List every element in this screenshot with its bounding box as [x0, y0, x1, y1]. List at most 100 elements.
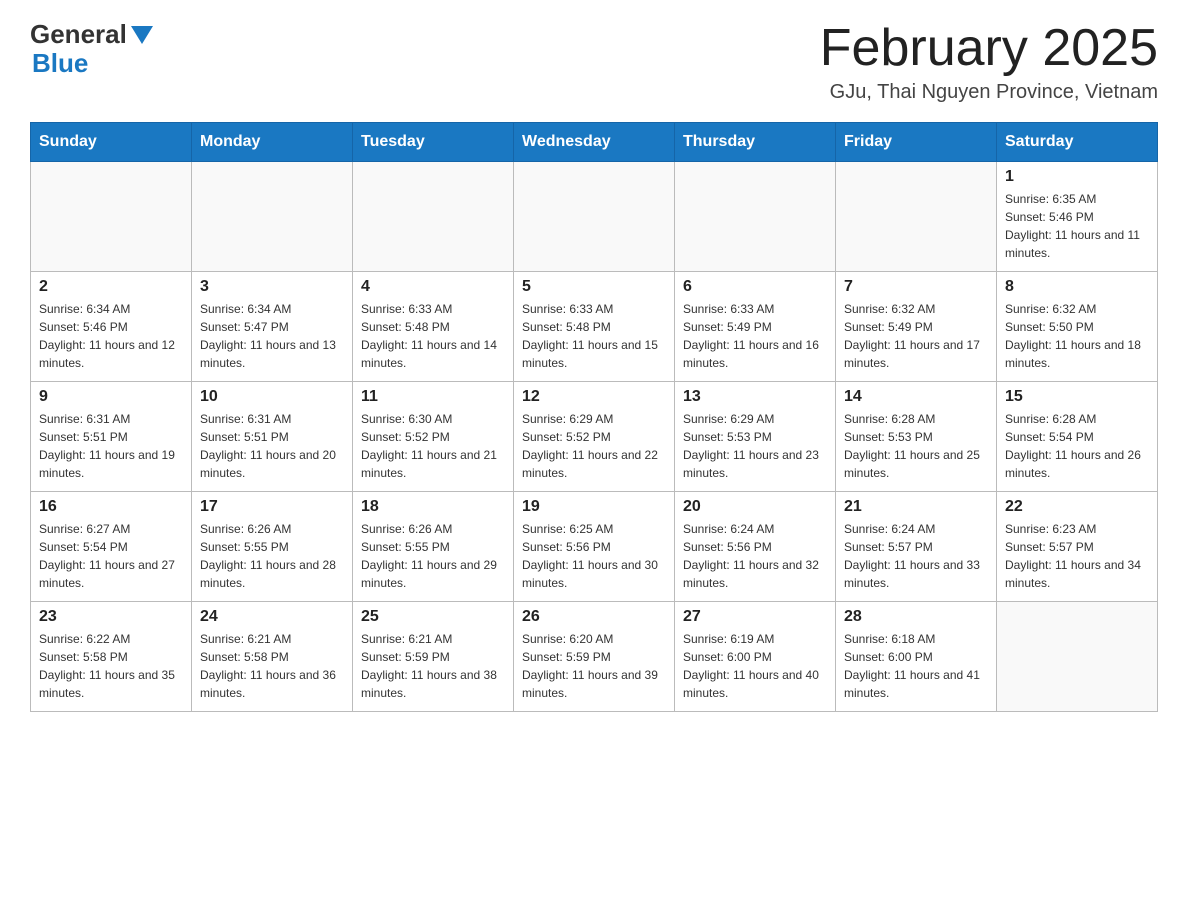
day-info: Sunrise: 6:28 AMSunset: 5:54 PMDaylight:… — [1005, 410, 1149, 482]
day-number: 15 — [1005, 388, 1149, 406]
day-info: Sunrise: 6:28 AMSunset: 5:53 PMDaylight:… — [844, 410, 988, 482]
day-number: 21 — [844, 498, 988, 516]
day-number: 9 — [39, 388, 183, 406]
day-info: Sunrise: 6:24 AMSunset: 5:57 PMDaylight:… — [844, 520, 988, 592]
day-info: Sunrise: 6:30 AMSunset: 5:52 PMDaylight:… — [361, 410, 505, 482]
table-row: 17 Sunrise: 6:26 AMSunset: 5:55 PMDayligh… — [192, 492, 353, 602]
day-info: Sunrise: 6:34 AMSunset: 5:47 PMDaylight:… — [200, 300, 344, 372]
day-info: Sunrise: 6:31 AMSunset: 5:51 PMDaylight:… — [39, 410, 183, 482]
day-info: Sunrise: 6:35 AMSunset: 5:46 PMDaylight:… — [1005, 190, 1149, 262]
table-row: 19 Sunrise: 6:25 AMSunset: 5:56 PMDayligh… — [514, 492, 675, 602]
table-row: 10 Sunrise: 6:31 AMSunset: 5:51 PMDayligh… — [192, 382, 353, 492]
day-info: Sunrise: 6:32 AMSunset: 5:50 PMDaylight:… — [1005, 300, 1149, 372]
table-row: 3 Sunrise: 6:34 AMSunset: 5:47 PMDaylight… — [192, 272, 353, 382]
table-row — [997, 602, 1158, 712]
day-info: Sunrise: 6:33 AMSunset: 5:48 PMDaylight:… — [361, 300, 505, 372]
table-row: 14 Sunrise: 6:28 AMSunset: 5:53 PMDayligh… — [836, 382, 997, 492]
day-info: Sunrise: 6:20 AMSunset: 5:59 PMDaylight:… — [522, 630, 666, 702]
table-row: 4 Sunrise: 6:33 AMSunset: 5:48 PMDaylight… — [353, 272, 514, 382]
day-info: Sunrise: 6:31 AMSunset: 5:51 PMDaylight:… — [200, 410, 344, 482]
table-row: 24Sunrise: 6:21 AMSunset: 5:58 PMDayligh… — [192, 602, 353, 712]
day-info: Sunrise: 6:34 AMSunset: 5:46 PMDaylight:… — [39, 300, 183, 372]
day-number: 8 — [1005, 278, 1149, 296]
table-row: 25 Sunrise: 6:21 AMSunset: 5:59 PMDayligh… — [353, 602, 514, 712]
col-wednesday: Wednesday — [514, 123, 675, 162]
calendar-table: Sunday Monday Tuesday Wednesday Thursday… — [30, 122, 1158, 712]
day-info: Sunrise: 6:23 AMSunset: 5:57 PMDaylight:… — [1005, 520, 1149, 592]
calendar-week-row: 1 Sunrise: 6:35 AMSunset: 5:46 PMDaylight… — [31, 162, 1158, 272]
table-row: 27 Sunrise: 6:19 AMSunset: 6:00 PMDayligh… — [675, 602, 836, 712]
table-row: 6 Sunrise: 6:33 AMSunset: 5:49 PMDaylight… — [675, 272, 836, 382]
day-number: 26 — [522, 608, 666, 626]
day-number: 6 — [683, 278, 827, 296]
table-row: 9 Sunrise: 6:31 AMSunset: 5:51 PMDaylight… — [31, 382, 192, 492]
day-number: 11 — [361, 388, 505, 406]
day-number: 20 — [683, 498, 827, 516]
day-number: 27 — [683, 608, 827, 626]
table-row — [192, 162, 353, 272]
table-row — [514, 162, 675, 272]
day-info: Sunrise: 6:26 AMSunset: 5:55 PMDaylight:… — [361, 520, 505, 592]
calendar-week-row: 23 Sunrise: 6:22 AMSunset: 5:58 PMDayligh… — [31, 602, 1158, 712]
logo-text-blue: Blue — [32, 49, 153, 78]
table-row — [836, 162, 997, 272]
table-row: 23 Sunrise: 6:22 AMSunset: 5:58 PMDayligh… — [31, 602, 192, 712]
calendar-header-row: Sunday Monday Tuesday Wednesday Thursday… — [31, 123, 1158, 162]
day-info: Sunrise: 6:25 AMSunset: 5:56 PMDaylight:… — [522, 520, 666, 592]
table-row: 21 Sunrise: 6:24 AMSunset: 5:57 PMDayligh… — [836, 492, 997, 602]
table-row — [31, 162, 192, 272]
col-monday: Monday — [192, 123, 353, 162]
table-row: 7Sunrise: 6:32 AMSunset: 5:49 PMDaylight… — [836, 272, 997, 382]
col-saturday: Saturday — [997, 123, 1158, 162]
day-info: Sunrise: 6:29 AMSunset: 5:53 PMDaylight:… — [683, 410, 827, 482]
day-number: 25 — [361, 608, 505, 626]
table-row: 5Sunrise: 6:33 AMSunset: 5:48 PMDaylight… — [514, 272, 675, 382]
day-number: 2 — [39, 278, 183, 296]
table-row: 16 Sunrise: 6:27 AMSunset: 5:54 PMDayligh… — [31, 492, 192, 602]
day-number: 14 — [844, 388, 988, 406]
day-info: Sunrise: 6:29 AMSunset: 5:52 PMDaylight:… — [522, 410, 666, 482]
day-info: Sunrise: 6:19 AMSunset: 6:00 PMDaylight:… — [683, 630, 827, 702]
day-number: 3 — [200, 278, 344, 296]
table-row — [353, 162, 514, 272]
day-number: 23 — [39, 608, 183, 626]
day-number: 19 — [522, 498, 666, 516]
day-info: Sunrise: 6:18 AMSunset: 6:00 PMDaylight:… — [844, 630, 988, 702]
header-right: February 2025 GJu, Thai Nguyen Province,… — [820, 20, 1158, 104]
day-info: Sunrise: 6:27 AMSunset: 5:54 PMDaylight:… — [39, 520, 183, 592]
table-row: 15 Sunrise: 6:28 AMSunset: 5:54 PMDayligh… — [997, 382, 1158, 492]
table-row: 20 Sunrise: 6:24 AMSunset: 5:56 PMDayligh… — [675, 492, 836, 602]
day-number: 17 — [200, 498, 344, 516]
day-number: 22 — [1005, 498, 1149, 516]
logo: General Blue — [30, 20, 153, 77]
day-info: Sunrise: 6:33 AMSunset: 5:49 PMDaylight:… — [683, 300, 827, 372]
table-row: 8 Sunrise: 6:32 AMSunset: 5:50 PMDaylight… — [997, 272, 1158, 382]
logo-text-general: General — [30, 20, 127, 49]
col-sunday: Sunday — [31, 123, 192, 162]
day-info: Sunrise: 6:33 AMSunset: 5:48 PMDaylight:… — [522, 300, 666, 372]
day-info: Sunrise: 6:21 AMSunset: 5:58 PMDaylight:… — [200, 630, 344, 702]
calendar-week-row: 9 Sunrise: 6:31 AMSunset: 5:51 PMDaylight… — [31, 382, 1158, 492]
logo-arrow-icon — [131, 26, 153, 44]
day-number: 18 — [361, 498, 505, 516]
day-number: 1 — [1005, 168, 1149, 186]
page-header: General Blue February 2025 GJu, Thai Ngu… — [30, 20, 1158, 104]
table-row: 13 Sunrise: 6:29 AMSunset: 5:53 PMDayligh… — [675, 382, 836, 492]
day-info: Sunrise: 6:24 AMSunset: 5:56 PMDaylight:… — [683, 520, 827, 592]
day-number: 7 — [844, 278, 988, 296]
col-thursday: Thursday — [675, 123, 836, 162]
day-info: Sunrise: 6:22 AMSunset: 5:58 PMDaylight:… — [39, 630, 183, 702]
table-row: 12 Sunrise: 6:29 AMSunset: 5:52 PMDayligh… — [514, 382, 675, 492]
table-row: 26 Sunrise: 6:20 AMSunset: 5:59 PMDayligh… — [514, 602, 675, 712]
day-number: 13 — [683, 388, 827, 406]
day-number: 12 — [522, 388, 666, 406]
calendar-week-row: 2 Sunrise: 6:34 AMSunset: 5:46 PMDaylight… — [31, 272, 1158, 382]
day-number: 10 — [200, 388, 344, 406]
day-number: 4 — [361, 278, 505, 296]
day-number: 16 — [39, 498, 183, 516]
day-number: 28 — [844, 608, 988, 626]
day-info: Sunrise: 6:26 AMSunset: 5:55 PMDaylight:… — [200, 520, 344, 592]
col-friday: Friday — [836, 123, 997, 162]
day-info: Sunrise: 6:21 AMSunset: 5:59 PMDaylight:… — [361, 630, 505, 702]
table-row: 1 Sunrise: 6:35 AMSunset: 5:46 PMDaylight… — [997, 162, 1158, 272]
